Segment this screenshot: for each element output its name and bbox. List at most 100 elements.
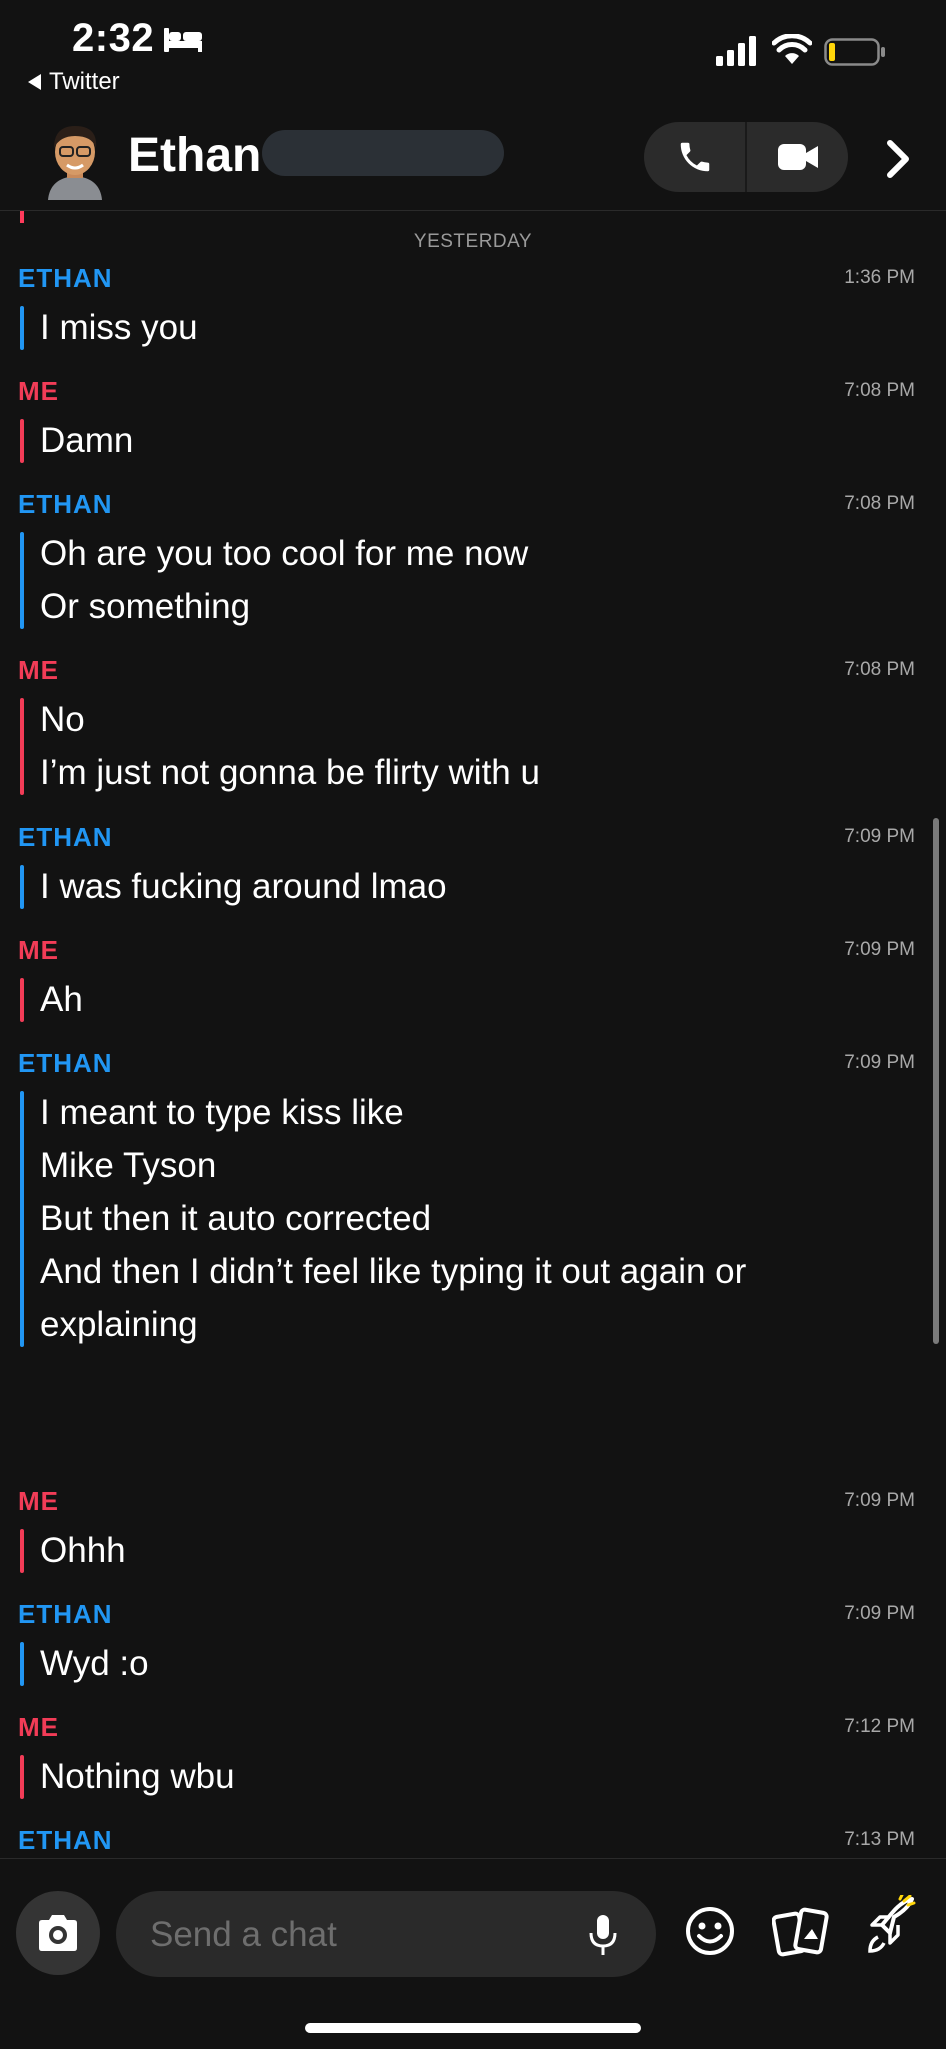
- battery-icon: [824, 38, 885, 66]
- sender-color-bar: [20, 865, 24, 909]
- wifi-icon: [772, 34, 812, 64]
- message-timestamp: 7:09 PM: [844, 1490, 915, 1511]
- message-text: Ohhh: [40, 1531, 126, 1570]
- message-text: explaining: [40, 1305, 198, 1344]
- message-text: Damn: [40, 421, 134, 460]
- message-block[interactable]: ME 7:09 PM Ohhh: [0, 1484, 946, 1577]
- sender-label: ETHAN: [18, 1048, 113, 1078]
- message-timestamp: 7:08 PM: [844, 493, 915, 514]
- message-timestamp: 1:36 PM: [844, 267, 915, 288]
- smiley-icon[interactable]: [684, 1905, 736, 1957]
- camera-button[interactable]: [16, 1891, 100, 1975]
- back-caret-icon: [28, 74, 41, 90]
- message-block[interactable]: ME 7:08 PM No I’m just not gonna be flirty …: [0, 653, 946, 799]
- message-text: I’m just not gonna be flirty with u: [40, 753, 540, 792]
- contact-name[interactable]: Ethan: [128, 128, 261, 183]
- voice-call-button[interactable]: [644, 122, 745, 192]
- message-body: Ah: [20, 973, 946, 1026]
- chat-composer: [0, 1858, 946, 2049]
- sender-color-bar: [20, 1755, 24, 1799]
- sender-color-bar: [20, 1091, 24, 1347]
- message-block[interactable]: ETHAN 7:09 PM I meant to type kiss like Mik…: [0, 1046, 946, 1351]
- message-block[interactable]: ME 7:08 PM Damn: [0, 374, 946, 467]
- message-text: Oh are you too cool for me now: [40, 534, 529, 573]
- sender-label: ETHAN: [18, 822, 113, 852]
- message-block[interactable]: ETHAN 7:09 PM I was fucking around lmao: [0, 820, 946, 913]
- day-separator: YESTERDAY: [413, 231, 533, 252]
- home-indicator[interactable]: [305, 2023, 641, 2033]
- message-block[interactable]: ETHAN 7:08 PM Oh are you too cool for me n…: [0, 487, 946, 633]
- mic-icon[interactable]: [588, 1913, 618, 1957]
- cards-icon[interactable]: [772, 1905, 830, 1961]
- sender-color-bar: [20, 306, 24, 350]
- message-header: ME 7:08 PM: [0, 374, 946, 414]
- rocket-icon[interactable]: [862, 1895, 918, 1961]
- profile-forward-button[interactable]: [878, 136, 918, 182]
- message-timestamp: 7:09 PM: [844, 939, 915, 960]
- message-block[interactable]: ME 7:09 PM Ah: [0, 933, 946, 1026]
- redacted-surname: [262, 130, 504, 176]
- chat-header: Ethan: [0, 110, 946, 211]
- message-block[interactable]: ETHAN7:13 PMChillin: [0, 1823, 946, 1857]
- message-block[interactable]: ME 7:12 PM Nothing wbu: [0, 1710, 946, 1803]
- message-text: Or something: [40, 587, 251, 626]
- message-header: ETHAN 7:09 PM: [0, 1046, 946, 1086]
- message-text: Mike Tyson: [40, 1146, 217, 1185]
- message-text: And then I didn’t feel like typing it ou…: [40, 1252, 747, 1291]
- sender-label: ME: [18, 1712, 59, 1742]
- message-block[interactable]: ETHAN 7:09 PM Wyd :o: [0, 1597, 946, 1690]
- message-header: ME 7:08 PM: [0, 653, 946, 693]
- sender-label: ME: [18, 1486, 59, 1516]
- video-call-button[interactable]: [747, 122, 848, 192]
- message-block[interactable]: ETHAN 1:36 PM I miss you: [0, 261, 946, 354]
- message-header: ETHAN 7:08 PM: [0, 487, 946, 527]
- message-header: ETHAN 7:13 PM: [0, 1823, 946, 1857]
- message-timestamp: 7:09 PM: [844, 1052, 915, 1073]
- message-body: I miss you: [20, 301, 946, 354]
- message-timestamp: 7:08 PM: [844, 380, 915, 401]
- message-timestamp: 7:09 PM: [844, 1603, 915, 1624]
- message-text: I meant to type kiss like: [40, 1093, 404, 1132]
- message-body: I meant to type kiss like Mike Tyson But t…: [20, 1086, 946, 1351]
- message-timestamp: 7:08 PM: [844, 659, 915, 680]
- sender-label: ETHAN: [18, 489, 113, 519]
- video-icon: [777, 144, 818, 170]
- sender-color-bar: [20, 698, 24, 795]
- chat-input[interactable]: [148, 1891, 572, 1979]
- sender-color-bar: [20, 532, 24, 629]
- message-text: I was fucking around lmao: [40, 867, 447, 906]
- message-timestamp: 7:12 PM: [844, 1716, 915, 1737]
- back-to-app-link[interactable]: Twitter: [28, 68, 120, 96]
- sender-color-bar: [20, 419, 24, 463]
- message-header: ME 7:09 PM: [0, 933, 946, 973]
- sender-color-bar: [20, 1529, 24, 1573]
- previous-message-stub: [20, 211, 24, 223]
- sender-label: ME: [18, 935, 59, 965]
- message-body: Ohhh: [20, 1524, 946, 1577]
- message-body: No I’m just not gonna be flirty with u: [20, 693, 946, 799]
- status-bar: 2:32 Twitter: [0, 0, 946, 110]
- message-body: Damn: [20, 414, 946, 467]
- sender-label: ETHAN: [18, 1825, 113, 1855]
- message-body: Oh are you too cool for me now Or somethi…: [20, 527, 946, 633]
- sender-color-bar: [20, 978, 24, 1022]
- message-body: I was fucking around lmao: [20, 860, 946, 913]
- camera-icon: [39, 1915, 77, 1951]
- scrollbar[interactable]: [933, 818, 939, 1344]
- message-header: ME 7:09 PM: [0, 1484, 946, 1524]
- message-text: No: [40, 700, 85, 739]
- message-list[interactable]: YESTERDAY ETHAN 1:36 PM I miss you ME 7:08 P…: [0, 211, 946, 1857]
- chevron-right-icon: [887, 140, 909, 178]
- bed-icon: [164, 28, 202, 52]
- avatar[interactable]: [40, 120, 110, 200]
- sender-label: ETHAN: [18, 263, 113, 293]
- sender-label: ETHAN: [18, 1599, 113, 1629]
- chat-input-wrapper: [116, 1891, 656, 1979]
- message-text: But then it auto corrected: [40, 1199, 432, 1238]
- message-text: Nothing wbu: [40, 1757, 235, 1796]
- status-time: 2:32: [72, 16, 155, 60]
- message-body: Wyd :o: [20, 1637, 946, 1690]
- message-header: ETHAN 7:09 PM: [0, 1597, 946, 1637]
- message-text: I miss you: [40, 308, 198, 347]
- sender-label: ME: [18, 655, 59, 685]
